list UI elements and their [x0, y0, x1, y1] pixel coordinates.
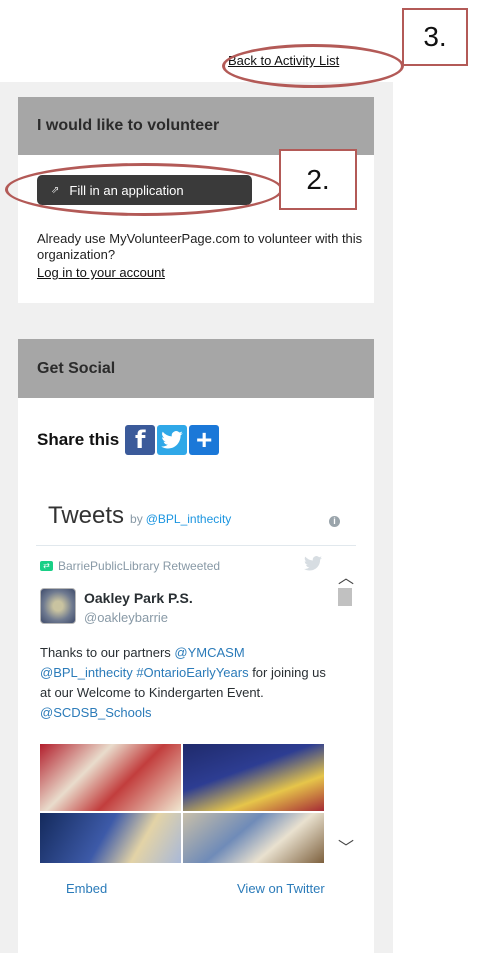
- tweet-author-name[interactable]: Oakley Park P.S.: [84, 590, 193, 606]
- mention-ymcasm[interactable]: @YMCASM: [174, 645, 244, 660]
- volunteer-panel-title: I would like to volunteer: [18, 97, 374, 155]
- social-panel-title: Get Social: [18, 339, 374, 398]
- tweet-photo-1[interactable]: [40, 744, 181, 811]
- tweets-title: Tweets: [48, 502, 125, 529]
- already-volunteer-text: Already use MyVolunteerPage.com to volun…: [37, 231, 363, 262]
- social-panel: Get Social Share this f + Tweets by @BPL…: [18, 339, 374, 953]
- hashtag-ontario-early-years[interactable]: #OntarioEarlyYears: [136, 665, 248, 680]
- tweet-photo-3[interactable]: [40, 813, 181, 863]
- retweet-icon: ⇄: [40, 561, 53, 571]
- tweet-text: Thanks to our partners @YMCASM @BPL_inth…: [40, 643, 340, 723]
- tweets-header: Tweets by @BPL_inthecity: [48, 502, 358, 530]
- twitter-bird-icon: [304, 556, 322, 576]
- scrollbar-thumb[interactable]: [338, 588, 352, 606]
- plus-share-icon[interactable]: +: [189, 424, 220, 455]
- tweet-media[interactable]: [40, 744, 324, 863]
- timeline-scrollbar[interactable]: ︿ ﹀: [336, 564, 354, 860]
- tweet-author-handle[interactable]: @oakleybarrie: [84, 610, 168, 625]
- share-label: Share this: [37, 430, 120, 449]
- embed-link[interactable]: Embed: [66, 881, 107, 896]
- chevron-up-icon[interactable]: ︿: [338, 564, 354, 588]
- annotation-label-3: 3.: [402, 8, 468, 66]
- avatar[interactable]: [40, 588, 76, 624]
- retweet-text: BarriePublicLibrary Retweeted: [58, 559, 221, 573]
- tweet-text-part-1: Thanks to our partners: [40, 645, 175, 660]
- twitter-icon[interactable]: [157, 425, 188, 455]
- retweet-line: ⇄ BarriePublicLibrary Retweeted: [40, 559, 220, 573]
- facebook-icon[interactable]: f: [125, 425, 156, 455]
- share-row: Share this f +: [37, 424, 221, 455]
- info-icon[interactable]: i: [329, 516, 340, 527]
- annotation-ellipse-2: [5, 163, 283, 216]
- login-link[interactable]: Log in to your account: [37, 265, 165, 280]
- annotation-label-2: 2.: [279, 149, 357, 210]
- tweet-timeline[interactable]: ⇄ BarriePublicLibrary Retweeted Oakley P…: [36, 545, 356, 863]
- mention-bpl-inthecity[interactable]: @BPL_inthecity: [40, 665, 133, 680]
- chevron-down-icon[interactable]: ﹀: [338, 834, 354, 858]
- tweets-handle-link[interactable]: @BPL_inthecity: [146, 512, 232, 526]
- tweet-photo-2[interactable]: [183, 744, 324, 811]
- tweet-photo-4[interactable]: [183, 813, 324, 863]
- annotation-ellipse-3: [222, 44, 404, 88]
- tweets-by: by: [130, 512, 143, 526]
- view-on-twitter-link[interactable]: View on Twitter: [237, 881, 325, 896]
- mention-scdsb-schools[interactable]: @SCDSB_Schools: [40, 705, 151, 720]
